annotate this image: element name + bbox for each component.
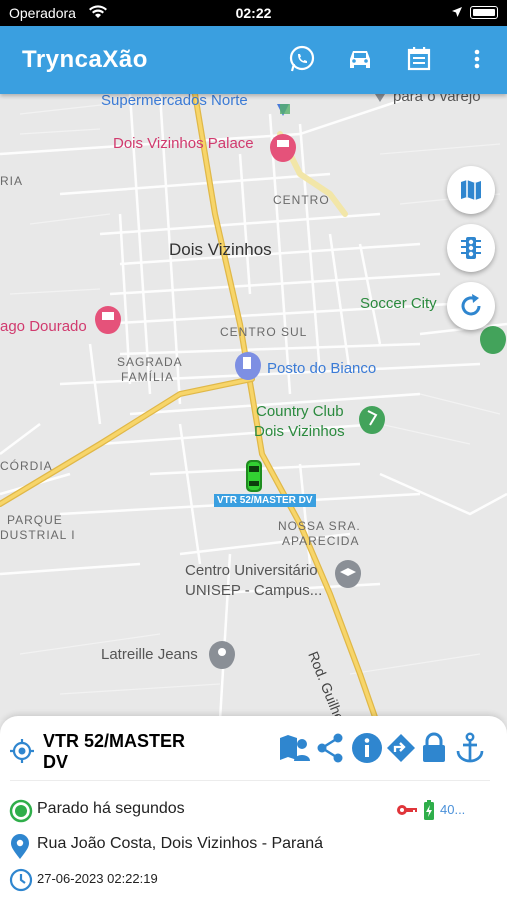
- map-label-cordia: CÓRDIA: [0, 459, 53, 473]
- ignition-key-icon: [397, 805, 417, 815]
- map-view[interactable]: Supermercados Norte para o varejo Dois V…: [0, 94, 507, 720]
- map-label-soccer-city: Soccer City: [360, 295, 437, 312]
- clock: 02:22: [235, 5, 272, 21]
- share-icon[interactable]: [316, 732, 346, 764]
- info-icon[interactable]: [351, 732, 383, 764]
- timestamp-text: 27-06-2023 02:22:19: [37, 871, 158, 886]
- lock-icon[interactable]: [421, 732, 447, 764]
- more-menu-icon[interactable]: [462, 44, 492, 74]
- traffic-button[interactable]: [447, 224, 495, 272]
- map-label-nossa-1: NOSSA SRA.: [278, 519, 361, 533]
- map-label-centro-univ-1: Centro Universitário: [185, 562, 318, 579]
- map-label-centro-univ-2: UNISEP - Campus...: [185, 582, 323, 599]
- whatsapp-icon[interactable]: [287, 44, 317, 74]
- refresh-icon: [461, 294, 481, 316]
- status-text: Parado há segundos: [37, 800, 185, 817]
- vehicle-panel: VTR 52/MASTER DV Parado há segundos 40..…: [0, 716, 507, 900]
- clock-icon: [9, 868, 33, 892]
- map-type-button[interactable]: [447, 166, 495, 214]
- traffic-light-icon: [461, 237, 481, 259]
- calendar-icon[interactable]: [404, 44, 434, 74]
- map-label-para-varejo: para o varejo: [393, 94, 481, 105]
- app-title: TryncaXão: [22, 46, 148, 73]
- map-label-centro: CENTRO: [273, 193, 330, 207]
- map-streets: [0, 94, 507, 720]
- status-dot-icon: [9, 799, 33, 823]
- map-label-country-1: Country Club: [256, 403, 344, 420]
- map-label-country-2: Dois Vizinhos: [254, 423, 345, 440]
- hotel-marker: [270, 134, 296, 162]
- battery-charging-icon: [424, 800, 434, 820]
- map-label-palace: Dois Vizinhos Palace: [113, 135, 254, 152]
- app-bar: TryncaXão: [0, 26, 507, 94]
- map-label-nossa-2: APARECIDA: [282, 534, 360, 548]
- map-label-supermercados: Supermercados Norte: [101, 94, 248, 109]
- address-text: Rua João Costa, Dois Vizinhos - Paraná: [37, 835, 324, 852]
- status-row: Parado há segundos 40...: [9, 799, 499, 823]
- map-label-lago-dourado: ago Dourado: [0, 318, 87, 335]
- map-label-dois-vizinhos: Dois Vizinhos: [169, 240, 272, 259]
- gas-station-marker: [235, 352, 261, 380]
- map-label-parque-1: PARQUE: [7, 513, 63, 527]
- map-label-parque-2: DUSTRIAL I: [0, 528, 76, 542]
- map-label-latreille: Latreille Jeans: [101, 646, 198, 663]
- soccer-marker: [480, 326, 506, 354]
- battery-icon: [470, 6, 498, 19]
- map-label-centro-sul: CENTRO SUL: [220, 325, 308, 339]
- anchor-icon[interactable]: [455, 732, 485, 764]
- directions-icon[interactable]: [386, 732, 416, 764]
- map-label-ria: RIA: [0, 174, 24, 188]
- timestamp-row: 27-06-2023 02:22:19: [9, 868, 499, 893]
- driver-map-icon[interactable]: [278, 732, 310, 764]
- map-label-sagrada-2: FAMÍLIA: [121, 370, 175, 384]
- lodging-marker: [95, 306, 121, 334]
- map-label-posto: Posto do Bianco: [267, 360, 377, 377]
- map-label-sagrada-1: SAGRADA: [117, 355, 183, 369]
- target-icon[interactable]: [9, 738, 35, 764]
- map-icon: [461, 180, 481, 200]
- vehicle-marker: [246, 460, 262, 492]
- vehicle-name: VTR 52/MASTER DV: [43, 731, 186, 772]
- university-marker: [335, 560, 361, 588]
- status-bar: Operadora 02:22: [0, 0, 507, 26]
- panel-divider: [10, 780, 490, 781]
- location-pin-icon: [11, 834, 29, 859]
- vehicle-tag[interactable]: VTR 52/MASTER DV: [214, 494, 316, 507]
- address-row: Rua João Costa, Dois Vizinhos - Paraná: [9, 834, 499, 859]
- country-club-marker: [359, 406, 385, 434]
- refresh-button[interactable]: [447, 282, 495, 330]
- location-arrow-icon: [452, 7, 462, 17]
- car-icon[interactable]: [345, 44, 375, 74]
- battery-text: 40...: [440, 802, 466, 817]
- store-marker: [209, 641, 235, 669]
